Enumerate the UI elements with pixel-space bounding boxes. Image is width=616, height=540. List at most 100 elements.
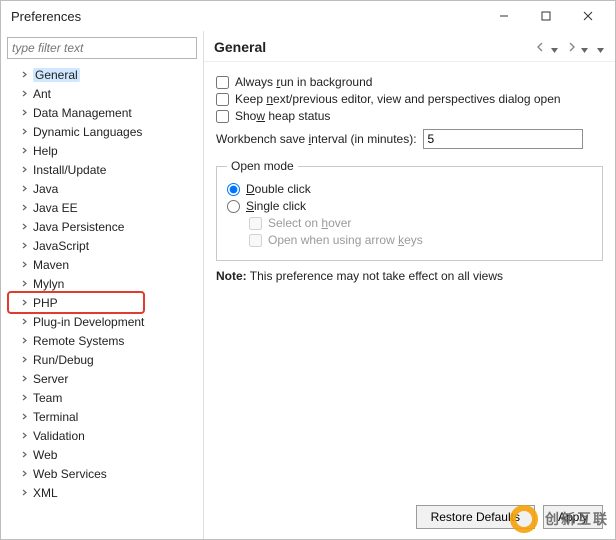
tree-item-java-persistence[interactable]: Java Persistence bbox=[5, 217, 199, 236]
tree-item-javascript[interactable]: JavaScript bbox=[5, 236, 199, 255]
tree-item-xml[interactable]: XML bbox=[5, 483, 199, 502]
single-click-radio[interactable]: Single click bbox=[227, 199, 592, 213]
tree-item-web-services[interactable]: Web Services bbox=[5, 464, 199, 483]
maximize-button[interactable] bbox=[525, 2, 567, 30]
tree-item-validation[interactable]: Validation bbox=[5, 426, 199, 445]
tree-item-maven[interactable]: Maven bbox=[5, 255, 199, 274]
tree-item-team[interactable]: Team bbox=[5, 388, 199, 407]
forward-menu-icon[interactable] bbox=[581, 43, 589, 51]
expand-icon[interactable] bbox=[19, 488, 29, 498]
page-title: General bbox=[214, 39, 529, 55]
save-interval-row: Workbench save interval (in minutes): bbox=[216, 129, 603, 149]
expand-icon[interactable] bbox=[19, 450, 29, 460]
expand-icon[interactable] bbox=[19, 127, 29, 137]
tree-item-web[interactable]: Web bbox=[5, 445, 199, 464]
save-interval-input[interactable] bbox=[423, 129, 583, 149]
tree-item-data-management[interactable]: Data Management bbox=[5, 103, 199, 122]
open-mode-legend: Open mode bbox=[227, 159, 298, 173]
category-tree[interactable]: General Ant Data Management Dynamic Languag… bbox=[5, 65, 199, 502]
expand-icon[interactable] bbox=[19, 89, 29, 99]
expand-icon[interactable] bbox=[19, 393, 29, 403]
open-mode-group: Open mode Double click Single click Sele… bbox=[216, 159, 603, 261]
body: General Ant Data Management Dynamic Languag… bbox=[1, 31, 615, 539]
tree-item-label: Remote Systems bbox=[33, 334, 124, 348]
expand-icon[interactable] bbox=[19, 222, 29, 232]
tree-item-mylyn[interactable]: Mylyn bbox=[5, 274, 199, 293]
expand-icon[interactable] bbox=[19, 412, 29, 422]
back-menu-icon[interactable] bbox=[551, 43, 559, 51]
tree-item-label: Validation bbox=[33, 429, 85, 443]
window-title: Preferences bbox=[7, 9, 483, 24]
always-run-bg-checkbox[interactable]: Always run in background bbox=[216, 75, 603, 89]
double-click-radio[interactable]: Double click bbox=[227, 182, 592, 196]
tree-item-label: Web bbox=[33, 448, 57, 462]
tree-item-help[interactable]: Help bbox=[5, 141, 199, 160]
tree-item-label: Data Management bbox=[33, 106, 132, 120]
tree-item-label: Web Services bbox=[33, 467, 107, 481]
tree-item-ant[interactable]: Ant bbox=[5, 84, 199, 103]
expand-icon[interactable] bbox=[19, 146, 29, 156]
expand-icon[interactable] bbox=[19, 165, 29, 175]
tree-item-plug-in-development[interactable]: Plug-in Development bbox=[5, 312, 199, 331]
tree-item-java-ee[interactable]: Java EE bbox=[5, 198, 199, 217]
expand-icon[interactable] bbox=[19, 70, 29, 80]
tree-item-label: Java EE bbox=[33, 201, 78, 215]
expand-icon[interactable] bbox=[19, 374, 29, 384]
titlebar: Preferences bbox=[1, 1, 615, 31]
expand-icon[interactable] bbox=[19, 241, 29, 251]
tree-item-java[interactable]: Java bbox=[5, 179, 199, 198]
expand-icon[interactable] bbox=[19, 203, 29, 213]
tree-item-label: Maven bbox=[33, 258, 69, 272]
tree-item-label: Java Persistence bbox=[33, 220, 124, 234]
tree-item-label: Run/Debug bbox=[33, 353, 94, 367]
tree-item-server[interactable]: Server bbox=[5, 369, 199, 388]
tree-item-label: Server bbox=[33, 372, 68, 386]
tree-item-install-update[interactable]: Install/Update bbox=[5, 160, 199, 179]
tree-item-terminal[interactable]: Terminal bbox=[5, 407, 199, 426]
expand-icon[interactable] bbox=[19, 355, 29, 365]
tree-item-label: Ant bbox=[33, 87, 51, 101]
expand-icon[interactable] bbox=[19, 317, 29, 327]
expand-icon[interactable] bbox=[19, 298, 29, 308]
keep-editor-checkbox[interactable]: Keep next/previous editor, view and pers… bbox=[216, 92, 603, 106]
tree-item-label: Mylyn bbox=[33, 277, 64, 291]
tree-item-label: Help bbox=[33, 144, 58, 158]
close-button[interactable] bbox=[567, 2, 609, 30]
forward-icon[interactable] bbox=[563, 39, 579, 55]
tree-item-label: JavaScript bbox=[33, 239, 89, 253]
expand-icon[interactable] bbox=[19, 336, 29, 346]
back-icon[interactable] bbox=[533, 39, 549, 55]
minimize-button[interactable] bbox=[483, 2, 525, 30]
tree-item-label: PHP bbox=[33, 296, 58, 310]
tree-item-label: General bbox=[33, 68, 80, 82]
expand-icon[interactable] bbox=[19, 279, 29, 289]
heap-status-checkbox[interactable]: Show heap status bbox=[216, 109, 603, 123]
main-panel: General Always run in background Keep ne… bbox=[204, 31, 615, 539]
page-header: General bbox=[204, 31, 615, 62]
restore-defaults-button[interactable]: Restore Defaults bbox=[416, 505, 535, 529]
expand-icon[interactable] bbox=[19, 469, 29, 479]
preferences-window: Preferences General Ant Data Management Dyn… bbox=[0, 0, 616, 540]
tree-item-label: Java bbox=[33, 182, 58, 196]
tree-item-label: Plug-in Development bbox=[33, 315, 144, 329]
expand-icon[interactable] bbox=[19, 260, 29, 270]
expand-icon[interactable] bbox=[19, 184, 29, 194]
tree-item-general[interactable]: General bbox=[5, 65, 199, 84]
save-interval-label: Workbench save interval (in minutes): bbox=[216, 132, 417, 146]
expand-icon[interactable] bbox=[19, 108, 29, 118]
tree-item-dynamic-languages[interactable]: Dynamic Languages bbox=[5, 122, 199, 141]
footer: Restore Defaults Apply bbox=[416, 505, 603, 529]
expand-icon[interactable] bbox=[19, 431, 29, 441]
open-arrow-keys-checkbox: Open when using arrow keys bbox=[249, 233, 592, 247]
filter-input[interactable] bbox=[7, 37, 197, 59]
tree-item-php[interactable]: PHP bbox=[5, 293, 199, 312]
view-menu-icon[interactable] bbox=[597, 43, 605, 51]
page-content: Always run in background Keep next/previ… bbox=[204, 62, 615, 539]
tree-item-label: XML bbox=[33, 486, 58, 500]
apply-button[interactable]: Apply bbox=[543, 505, 603, 529]
tree-item-label: Terminal bbox=[33, 410, 78, 424]
tree-item-label: Install/Update bbox=[33, 163, 106, 177]
tree-item-run-debug[interactable]: Run/Debug bbox=[5, 350, 199, 369]
tree-item-remote-systems[interactable]: Remote Systems bbox=[5, 331, 199, 350]
tree-item-label: Dynamic Languages bbox=[33, 125, 142, 139]
